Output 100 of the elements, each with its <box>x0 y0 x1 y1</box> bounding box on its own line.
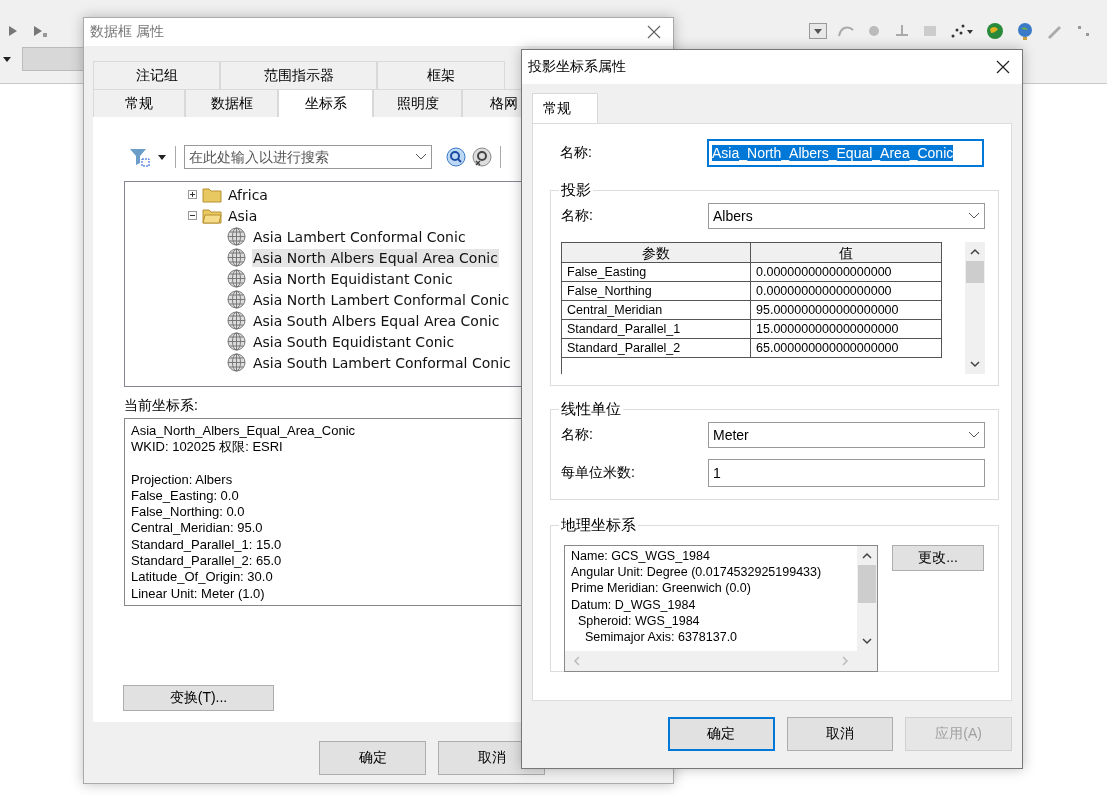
tree-item[interactable]: Asia North Equidistant Conic <box>252 269 454 288</box>
tab[interactable]: 数据框 <box>185 89 278 117</box>
tree-item[interactable]: Asia North Lambert Conformal Conic <box>252 290 511 309</box>
column-header: 值 <box>751 242 942 263</box>
collapse-icon[interactable] <box>188 211 197 220</box>
folder-icon <box>202 186 222 203</box>
text-line: False_Easting: 0.0 <box>131 487 239 505</box>
dropdown[interactable]: Albers <box>708 203 985 229</box>
table-cell[interactable]: Standard_Parallel_2 <box>562 339 751 358</box>
window-title: 数据框 属性 <box>90 23 164 41</box>
tree-item[interactable]: Asia South Lambert Conformal Conic <box>252 353 512 372</box>
tab[interactable]: 范围指示器 <box>220 61 377 89</box>
transform-button[interactable]: 变换(T)... <box>123 685 274 711</box>
tree-item[interactable]: Asia <box>227 206 259 225</box>
text-line: Asia_North_Albers_Equal_Area_Conic <box>131 423 356 440</box>
scroll-down-icon[interactable] <box>970 361 980 368</box>
tab[interactable]: 照明度 <box>373 89 462 117</box>
table-cell[interactable]: False_Northing <box>562 282 751 301</box>
caret-icon[interactable] <box>157 153 167 161</box>
text-line: False_Northing: 0.0 <box>131 504 245 521</box>
globe-icon <box>227 332 246 351</box>
field-label: 名称: <box>561 426 594 444</box>
field-label: 名称: <box>560 144 593 162</box>
search-icon[interactable] <box>446 147 466 167</box>
scroll-up-icon[interactable] <box>862 552 872 559</box>
chevron-down-icon[interactable] <box>415 153 427 161</box>
text-line: Projection: Albers <box>131 471 233 488</box>
tree-item[interactable]: Asia South Albers Equal Area Conic <box>252 311 501 330</box>
globe-icon <box>227 353 246 372</box>
filter-icon[interactable] <box>129 147 151 167</box>
dialog-button[interactable]: 确定 <box>668 717 775 751</box>
text-line: Angular Unit: Degree (0.0174532925199433) <box>571 564 822 581</box>
text-line: Name: GCS_WGS_1984 <box>571 548 710 565</box>
chevron-down-icon[interactable] <box>968 212 980 220</box>
window-title: 投影坐标系属性 <box>528 58 626 76</box>
field-label: 每单位米数: <box>561 464 636 482</box>
table-cell[interactable]: 0.000000000000000000 <box>751 282 942 301</box>
input-field[interactable]: 1 <box>708 459 985 487</box>
dialog-button[interactable]: 取消 <box>786 717 894 751</box>
expand-icon[interactable] <box>188 190 197 199</box>
globe-icon[interactable] <box>985 21 1005 41</box>
scrollbar[interactable] <box>965 242 985 374</box>
text-line: Linear Unit: Meter (1.0) <box>131 585 265 602</box>
close-icon[interactable] <box>996 60 1010 74</box>
table-cell[interactable]: 65.000000000000000000 <box>751 339 942 358</box>
globe-icon <box>227 290 246 309</box>
dropdown-icon[interactable] <box>809 23 827 39</box>
table-cell[interactable]: Standard_Parallel_1 <box>562 320 751 339</box>
group-title: 投影 <box>560 181 592 200</box>
name-field[interactable]: Asia_North_Albers_Equal_Area_Conic <box>707 139 984 167</box>
text-line: Central_Meridian: 95.0 <box>131 520 263 537</box>
table-cell[interactable]: 0.000000000000000000 <box>751 263 942 282</box>
scroll-down-icon[interactable] <box>862 638 872 645</box>
tab[interactable]: 坐标系 <box>278 89 373 117</box>
scroll-thumb[interactable] <box>858 565 876 603</box>
globe-icon <box>227 227 246 246</box>
text-line: Standard_Parallel_1: 15.0 <box>131 536 282 554</box>
column-header: 参数 <box>562 242 751 263</box>
tree-item[interactable]: Asia North Albers Equal Area Conic <box>252 248 499 267</box>
scroll-thumb[interactable] <box>966 261 984 283</box>
tab[interactable]: 框架 <box>377 61 505 89</box>
toolbar-field[interactable] <box>22 47 84 71</box>
table-cell[interactable]: 15.000000000000000000 <box>751 320 942 339</box>
text-line: Datum: D_WGS_1984 <box>571 596 696 613</box>
pointer-icon[interactable] <box>32 24 48 38</box>
table-cell[interactable]: False_Easting <box>562 263 751 282</box>
table-cell[interactable]: 95.000000000000000000 <box>751 301 942 320</box>
text-line: Latitude_Of_Origin: 30.0 <box>131 569 273 586</box>
text-line: Prime Meridian: Greenwich (0.0) <box>571 580 751 597</box>
globe-icon <box>227 269 246 288</box>
text-line: WKID: 102025 权限: ESRI <box>131 439 283 456</box>
field-label: 名称: <box>561 207 594 225</box>
text-line: Semimajor Axis: 6378137.0 <box>583 629 738 646</box>
tab[interactable]: 常规 <box>532 93 598 123</box>
group-title: 地理坐标系 <box>560 516 637 535</box>
text-line: Spheroid: WGS_1984 <box>576 612 700 629</box>
chevron-down-icon[interactable] <box>968 431 980 439</box>
text-line: Standard_Parallel_2: 65.0 <box>131 553 282 570</box>
folder-icon <box>202 207 222 224</box>
group-title: 线性单位 <box>560 400 622 419</box>
globe-icon[interactable] <box>1015 21 1035 41</box>
field-label: 当前坐标系: <box>124 397 198 415</box>
change-button[interactable]: 更改... <box>892 545 984 571</box>
tree-item[interactable]: Africa <box>227 185 269 204</box>
scatter-icon[interactable] <box>949 22 975 40</box>
table-cell[interactable]: Central_Meridian <box>562 301 751 320</box>
scroll-up-icon[interactable] <box>970 248 980 255</box>
dialog-button[interactable]: 确定 <box>319 741 426 775</box>
selected-text: Asia_North_Albers_Equal_Area_Conic <box>712 145 954 161</box>
tree-item[interactable]: Asia South Equidistant Conic <box>252 332 456 351</box>
globe-icon <box>227 248 246 267</box>
dropdown[interactable]: Meter <box>708 422 985 448</box>
tab[interactable]: 常规 <box>93 89 185 117</box>
caret-icon[interactable] <box>2 55 12 63</box>
tab[interactable]: 注记组 <box>93 61 220 89</box>
scrollbar[interactable] <box>857 546 877 651</box>
globe-icon <box>227 311 246 330</box>
clear-search-icon[interactable] <box>472 147 492 167</box>
search-field[interactable]: 在此处输入以进行搜索 <box>184 145 432 169</box>
tree-item[interactable]: Asia Lambert Conformal Conic <box>252 227 467 246</box>
